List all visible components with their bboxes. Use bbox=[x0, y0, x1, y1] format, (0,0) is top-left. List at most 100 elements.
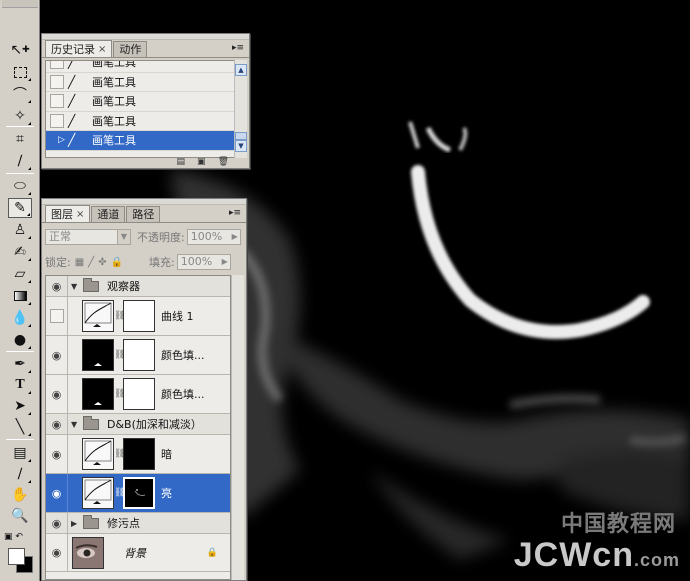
dodge-icon[interactable]: ● bbox=[8, 330, 32, 350]
eye-icon[interactable]: ◉ bbox=[46, 375, 68, 413]
tab-actions[interactable]: 动作 bbox=[113, 41, 148, 57]
crop-tool-icon[interactable]: ⌗ bbox=[8, 129, 32, 149]
link-icon[interactable]: ⛓ bbox=[114, 350, 125, 360]
panel-menu-icon[interactable]: ▸≡ bbox=[232, 43, 244, 53]
history-item[interactable]: ╱ 画笔工具 bbox=[46, 112, 234, 131]
close-icon[interactable]: × bbox=[98, 42, 106, 57]
watermark-cn: 中国教程网 bbox=[560, 512, 676, 537]
tab-paths[interactable]: 路径 bbox=[126, 206, 161, 222]
expand-triangle-icon[interactable]: ▼ bbox=[71, 282, 83, 291]
mask-thumbnail[interactable] bbox=[123, 438, 155, 470]
hand-tool-icon[interactable]: ✋ bbox=[8, 485, 32, 505]
history-source-checkbox[interactable] bbox=[50, 94, 64, 109]
reset-colors-icon[interactable]: ▣ ↶ bbox=[4, 530, 28, 544]
scroll-down-icon[interactable]: ▼ bbox=[235, 140, 247, 152]
lasso-tool-icon[interactable]: ⌒ bbox=[8, 84, 32, 104]
layer-row[interactable]: ⛓ 曲线 1 bbox=[46, 297, 230, 336]
tab-layers-label: 图层 bbox=[51, 207, 73, 221]
path-select-icon[interactable]: ➤ bbox=[8, 396, 32, 416]
type-tool-icon[interactable]: T bbox=[8, 375, 32, 395]
layer-row[interactable]: ◉ ⛓ 颜色填... bbox=[46, 375, 230, 414]
tab-channels[interactable]: 通道 bbox=[91, 206, 126, 222]
close-icon[interactable]: × bbox=[76, 207, 84, 222]
marquee-tool-icon[interactable] bbox=[8, 62, 32, 82]
mask-thumbnail[interactable] bbox=[123, 378, 155, 410]
history-source-checkbox[interactable] bbox=[50, 61, 64, 70]
link-icon[interactable]: ⛓ bbox=[114, 488, 125, 498]
layer-row[interactable]: ◉ ⛓ 暗 bbox=[46, 435, 230, 474]
eye-icon[interactable]: ◉ bbox=[46, 435, 68, 473]
eye-icon[interactable]: ◉ bbox=[46, 474, 68, 512]
layer-row-selected[interactable]: ◉ ⛓ 亮 bbox=[46, 474, 230, 513]
magic-wand-icon[interactable]: ✧ bbox=[8, 106, 32, 126]
link-icon[interactable]: ⛓ bbox=[114, 311, 125, 321]
expand-triangle-icon[interactable]: ▶ bbox=[71, 519, 83, 528]
snapshot-camera-icon[interactable]: ▣ bbox=[197, 157, 206, 167]
scroll-up-icon[interactable]: ▲ bbox=[235, 64, 247, 76]
eye-icon[interactable]: ◉ bbox=[46, 534, 68, 571]
panel-menu-icon[interactable]: ▸≡ bbox=[229, 208, 241, 218]
history-item[interactable]: ╱ 画笔工具 bbox=[46, 73, 234, 92]
eye-icon[interactable]: ◉ bbox=[46, 276, 68, 296]
lock-all-icon[interactable]: 🔒 bbox=[111, 257, 123, 268]
layer-name: 颜色填... bbox=[161, 349, 205, 362]
foreground-color-swatch[interactable] bbox=[8, 548, 25, 565]
gradient-icon[interactable] bbox=[8, 286, 32, 306]
layer-row[interactable]: ◉ 背景 🔒 bbox=[46, 534, 230, 572]
pen-tool-icon[interactable]: ✒ bbox=[8, 354, 32, 374]
layers-scrollbar[interactable] bbox=[231, 275, 244, 580]
healing-brush-icon[interactable]: ⬭ bbox=[8, 176, 32, 196]
opacity-field[interactable]: 100% ▶ bbox=[186, 229, 241, 245]
expand-triangle-icon[interactable]: ▼ bbox=[71, 420, 83, 429]
line-tool-icon[interactable]: ╲ bbox=[8, 417, 32, 437]
scroll-thumb[interactable] bbox=[235, 132, 247, 140]
history-item[interactable]: ╱ 画笔工具 bbox=[46, 92, 234, 112]
eraser-icon[interactable]: ▱ bbox=[8, 264, 32, 284]
eyedropper-slice-icon[interactable]: ∕ bbox=[8, 151, 32, 171]
history-item-selected[interactable]: ▷ ╱ 画笔工具 bbox=[46, 131, 234, 151]
layers-panel-tabs: 图层 × 通道 路径 ▸≡ bbox=[42, 205, 246, 223]
watermark: 中国教程网 JCWcn.com bbox=[514, 506, 680, 575]
layer-name: 暗 bbox=[161, 448, 172, 461]
trash-icon[interactable]: 🗑 bbox=[218, 157, 229, 167]
layer-group-row[interactable]: ◉ ▼ D&B(加深和减淡） bbox=[46, 414, 230, 435]
eye-icon[interactable]: ◉ bbox=[46, 414, 68, 434]
lock-pixels-icon[interactable]: ╱ bbox=[88, 257, 94, 268]
eyedropper-icon[interactable]: ∕ bbox=[8, 464, 32, 484]
toolbar-grip[interactable] bbox=[2, 0, 38, 8]
chevron-right-icon: ▶ bbox=[221, 257, 228, 266]
tools-panel: ↖ ✚ ⌒ ✧ ⌗ ∕ ⬭ ✎ ♙ ✍ ▱ 💧 ● ✒ T ➤ ╲ ▤ ∕ ✋ 🔍… bbox=[0, 0, 40, 581]
layer-row[interactable]: ◉ ⛓ 颜色填... bbox=[46, 336, 230, 375]
lock-transparency-icon[interactable]: ▦ bbox=[75, 257, 84, 268]
tab-layers[interactable]: 图层 × bbox=[45, 205, 91, 222]
eye-icon[interactable]: ◉ bbox=[46, 336, 68, 374]
zoom-tool-icon[interactable]: 🔍 bbox=[8, 506, 32, 526]
brush-tool-icon[interactable]: ✎ bbox=[8, 198, 32, 218]
clone-stamp-icon[interactable]: ♙ bbox=[8, 220, 32, 240]
lock-position-icon[interactable]: ✜ bbox=[98, 257, 106, 268]
history-source-checkbox[interactable] bbox=[50, 74, 64, 89]
blend-mode-select[interactable]: 正常 ▼ bbox=[45, 229, 131, 245]
visibility-toggle[interactable] bbox=[46, 297, 68, 335]
history-scrollbar[interactable]: ▲ ▼ bbox=[234, 60, 247, 158]
curves-thumbnail bbox=[82, 477, 114, 509]
history-source-checkbox[interactable] bbox=[50, 113, 64, 128]
mask-thumbnail[interactable] bbox=[123, 300, 155, 332]
eye-icon[interactable]: ◉ bbox=[46, 513, 68, 533]
move-tool-icon[interactable]: ↖ ✚ bbox=[8, 40, 32, 60]
layer-group-row[interactable]: ◉ ▶ 修污点 bbox=[46, 513, 230, 534]
layer-group-row[interactable]: ◉ ▼ 观察器 bbox=[46, 276, 230, 297]
opacity-value: 100% bbox=[190, 230, 223, 243]
fill-field[interactable]: 100% ▶ bbox=[176, 254, 231, 270]
history-brush-icon[interactable]: ✍ bbox=[8, 242, 32, 262]
new-document-from-state-icon[interactable]: ▤ bbox=[177, 157, 186, 167]
link-icon[interactable]: ⛓ bbox=[114, 389, 125, 399]
link-icon[interactable]: ⛓ bbox=[114, 449, 125, 459]
mask-thumbnail[interactable] bbox=[123, 477, 155, 509]
brush-icon: ╱ bbox=[68, 94, 76, 109]
tab-history[interactable]: 历史记录 × bbox=[45, 40, 113, 57]
blur-icon[interactable]: 💧 bbox=[8, 308, 32, 328]
history-item[interactable]: ╱ 画笔工具 bbox=[46, 61, 234, 73]
mask-thumbnail[interactable] bbox=[123, 339, 155, 371]
notes-icon[interactable]: ▤ bbox=[8, 443, 32, 463]
